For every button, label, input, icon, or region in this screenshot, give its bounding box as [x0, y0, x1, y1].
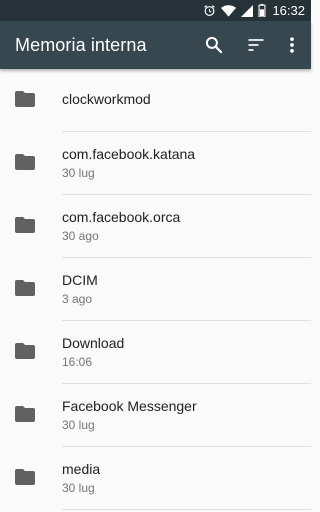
file-row[interactable]: com.facebook.orca 30 ago [0, 195, 311, 258]
file-name: com.facebook.orca [62, 209, 181, 225]
alarm-icon [203, 4, 216, 17]
folder-icon [15, 280, 35, 296]
file-row[interactable]: Facebook Messenger 30 lug [0, 384, 311, 447]
signal-icon [241, 4, 254, 17]
status-time: 16:32 [272, 3, 305, 18]
row-divider [62, 509, 311, 510]
file-name: Download [62, 335, 125, 351]
file-date: 3 ago [62, 292, 93, 306]
folder-icon [15, 154, 35, 170]
file-date: 30 lug [62, 418, 95, 432]
file-row[interactable]: media 30 lug [0, 447, 311, 510]
file-date: 30 lug [62, 166, 95, 180]
folder-icon [15, 469, 35, 485]
more-vert-icon [290, 37, 294, 53]
app-bar: Memoria interna [0, 21, 311, 69]
file-row[interactable]: Download 16:06 [0, 321, 311, 384]
file-name: media [62, 461, 101, 477]
file-name: com.facebook.katana [62, 146, 196, 162]
search-icon [205, 36, 223, 54]
file-date: 30 lug [62, 481, 95, 495]
battery-icon [258, 4, 266, 17]
page-title: Memoria interna [15, 35, 147, 55]
file-row[interactable]: clockworkmod [0, 69, 311, 132]
file-name: clockworkmod [62, 91, 151, 107]
search-button[interactable] [202, 33, 226, 57]
folder-icon [15, 91, 35, 107]
file-date: 30 ago [62, 229, 99, 243]
file-date: 16:06 [62, 355, 93, 369]
file-list: clockworkmod com.facebook.katana 30 lug com… [0, 69, 311, 510]
status-bar: 16:32 [0, 0, 311, 21]
file-row[interactable]: com.facebook.katana 30 lug [0, 132, 311, 195]
wifi-icon [221, 4, 237, 17]
folder-icon [15, 217, 35, 233]
sort-icon [248, 39, 264, 51]
more-options-button[interactable] [280, 33, 304, 57]
file-name: DCIM [62, 272, 98, 288]
folder-icon [15, 343, 35, 359]
file-row[interactable]: DCIM 3 ago [0, 258, 311, 321]
file-name: Facebook Messenger [62, 398, 197, 414]
folder-icon [15, 406, 35, 422]
sort-button[interactable] [244, 33, 268, 57]
